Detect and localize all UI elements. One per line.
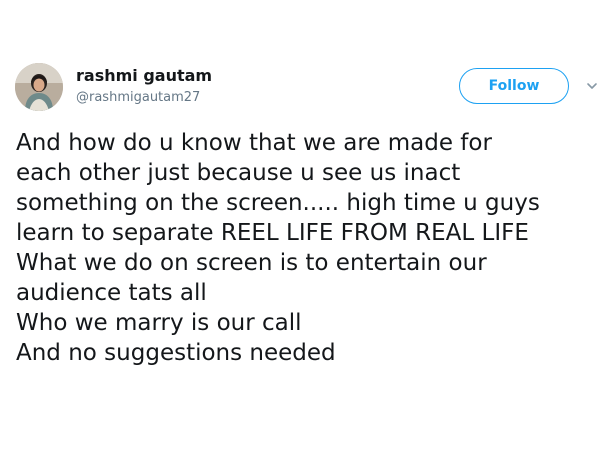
tweet-text-line: audience tats all	[16, 280, 207, 306]
tweet-text-line: learn to separate REEL LIFE FROM REAL LI…	[16, 220, 529, 246]
tweet-text-line: What we do on screen is to entertain our	[16, 250, 487, 276]
tweet-text-line: And no suggestions needed	[16, 340, 336, 366]
tweet-text-line: And how do u know that we are made for	[16, 130, 492, 156]
tweet-text-line: something on the screen..... high time u…	[16, 190, 540, 216]
tweet-card: rashmi gautam @rashmigautam27 Follow And…	[0, 0, 600, 450]
follow-button[interactable]: Follow	[459, 68, 569, 104]
author-handle[interactable]: @rashmigautam27	[76, 89, 200, 107]
chevron-down-icon[interactable]	[586, 80, 598, 92]
profile-photo-icon	[15, 63, 63, 111]
tweet-text: And how do u know that we are made for e…	[16, 128, 596, 368]
tweet-text-line: Who we marry is our call	[16, 310, 302, 336]
author-display-name[interactable]: rashmi gautam	[76, 66, 212, 86]
author-avatar[interactable]	[15, 63, 63, 111]
tweet-text-line: each other just because u see us inact	[16, 160, 461, 186]
